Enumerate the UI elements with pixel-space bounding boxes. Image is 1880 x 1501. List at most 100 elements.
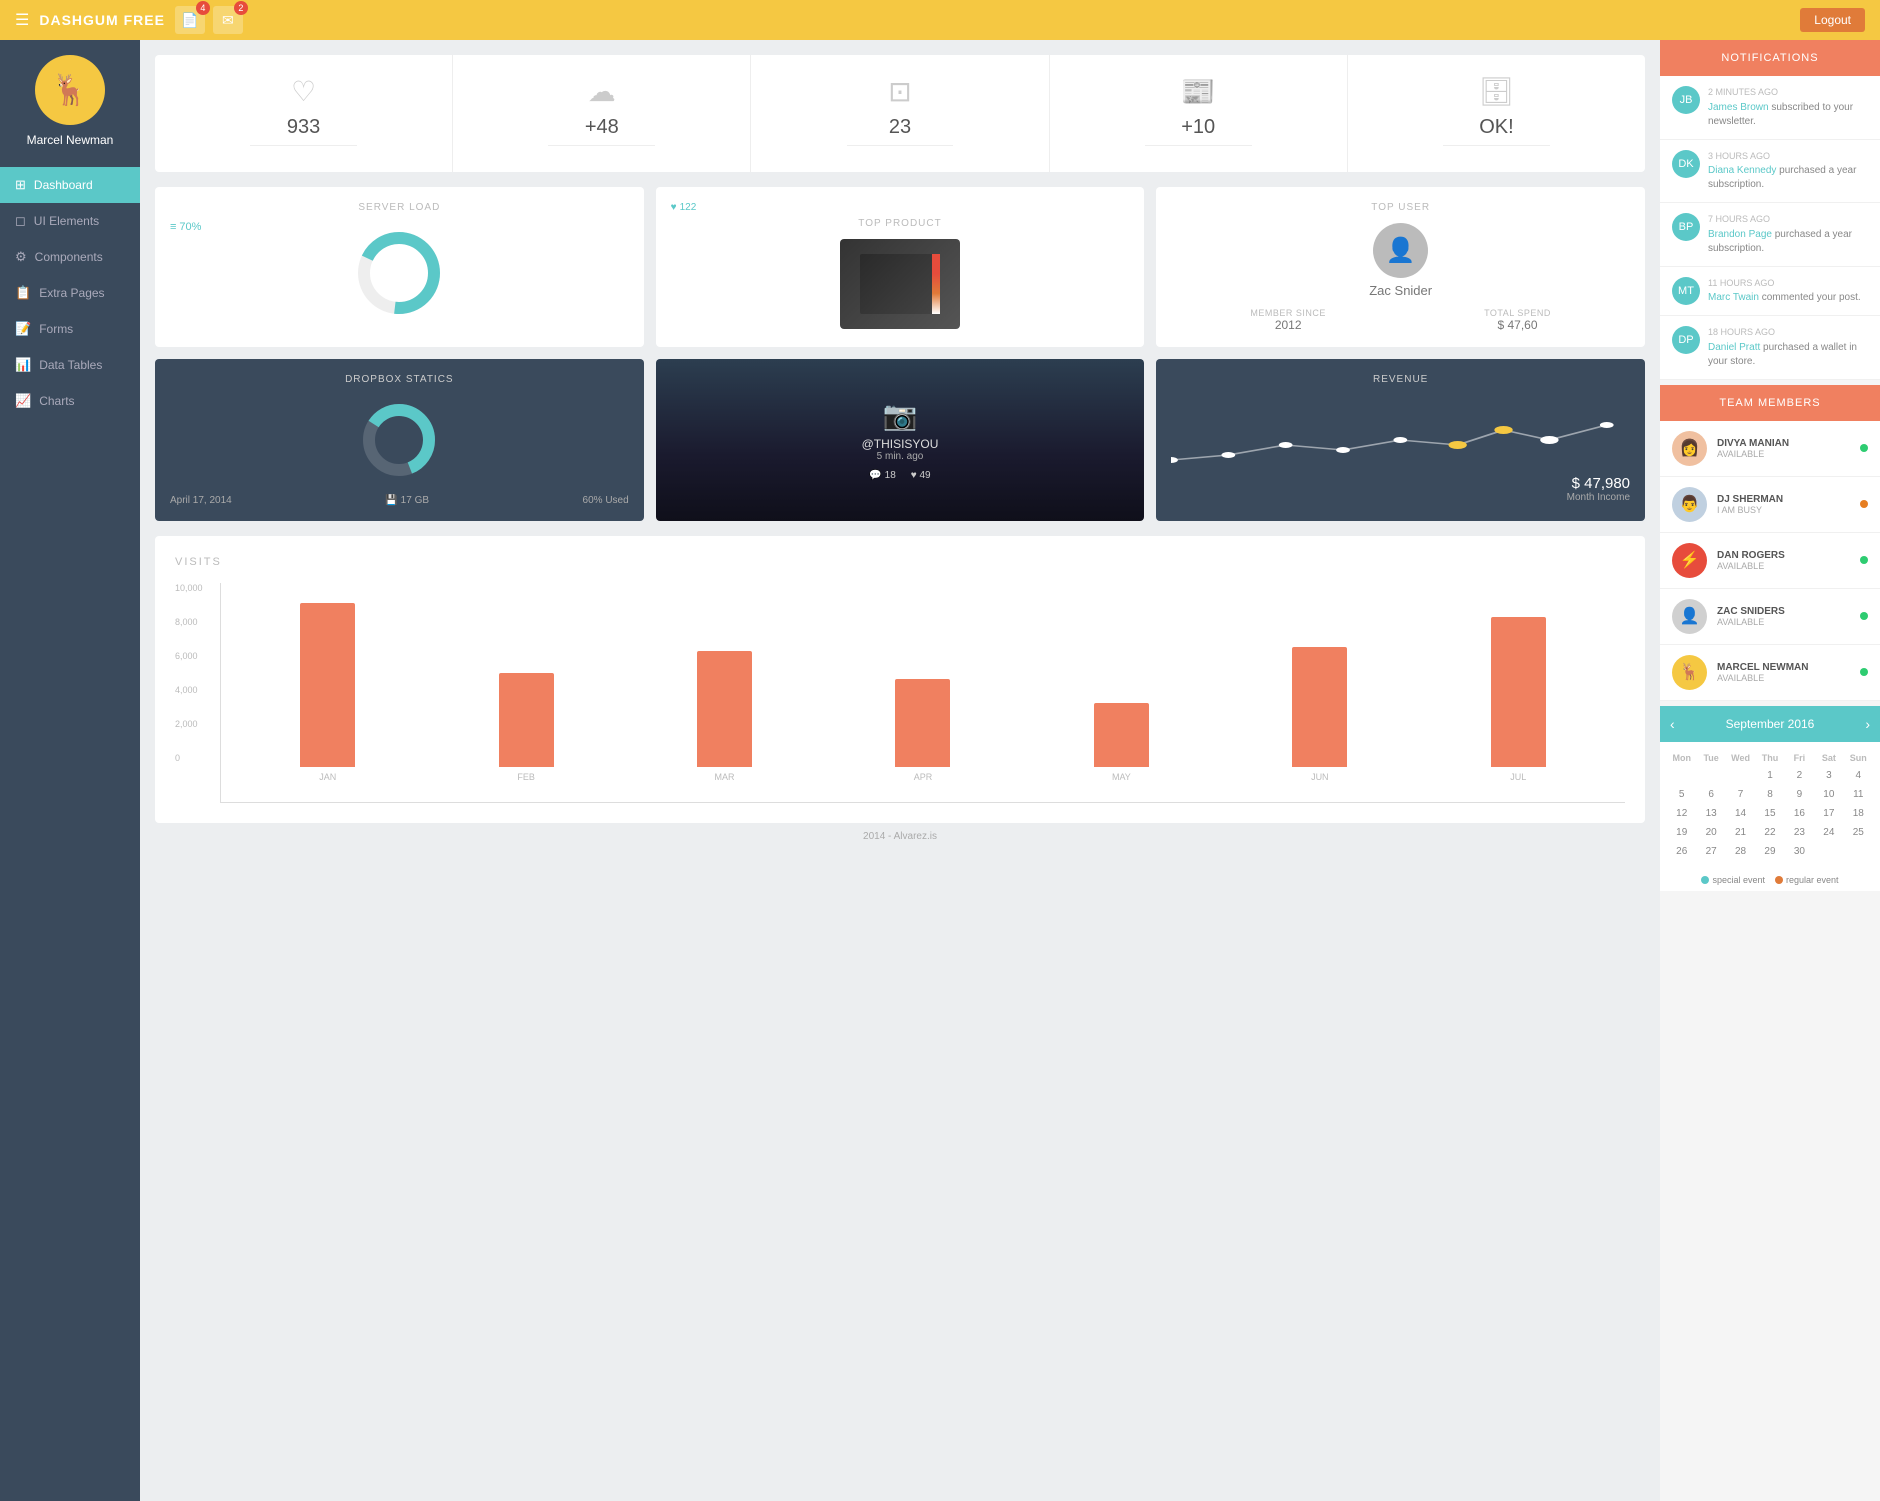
team-avatar-1: 👨 bbox=[1672, 487, 1707, 522]
team-members-header: TEAM MEMBERS bbox=[1660, 385, 1880, 421]
revenue-chart bbox=[1171, 395, 1630, 475]
stat-divider-4 bbox=[1443, 145, 1550, 146]
bar-apr-fill bbox=[895, 679, 950, 767]
document-icon: 📄 bbox=[181, 12, 198, 29]
bar-mar-fill bbox=[697, 651, 752, 767]
right-panel: NOTIFICATIONS JB 2 MINUTES AGO James Bro… bbox=[1660, 40, 1880, 1501]
revenue-amount: $ 47,980 bbox=[1171, 475, 1630, 492]
notification-0: JB 2 MINUTES AGO James Brown subscribed … bbox=[1660, 76, 1880, 140]
sidebar-label-ui-elements: UI Elements bbox=[34, 214, 99, 228]
user-meta: MEMBER SINCE 2012 TOTAL SPEND $ 47,60 bbox=[1171, 308, 1630, 332]
sidebar-item-ui-elements[interactable]: ◻ UI Elements bbox=[0, 203, 140, 239]
team-members-list: 👩 DIVYA MANIAN AVAILABLE 👨 DJ SHERMAN I … bbox=[1660, 421, 1880, 701]
stat-card-2: ⊡ 23 bbox=[751, 55, 1049, 172]
stats-row: ♡ 933 ☁ +48 ⊡ 23 📰 +10 🗄 OK! bbox=[155, 55, 1645, 172]
notif-avatar-4: DP bbox=[1672, 326, 1700, 354]
sidebar-label-data-tables: Data Tables bbox=[39, 358, 102, 372]
sidebar-item-dashboard[interactable]: ⊞ Dashboard bbox=[0, 167, 140, 203]
bar-jan-fill bbox=[300, 603, 355, 767]
stat-value-0: 933 bbox=[170, 116, 437, 139]
legend-regular: regular event bbox=[1775, 875, 1839, 885]
sidebar-item-forms[interactable]: 📝 Forms bbox=[0, 311, 140, 347]
calendar-prev[interactable]: ‹ bbox=[1670, 716, 1675, 732]
team-avatar-0: 👩 bbox=[1672, 431, 1707, 466]
dropbox-panel: DROPBOX STATICS April 17, 2014 💾 17 GB 6… bbox=[155, 359, 644, 521]
calendar-next[interactable]: › bbox=[1865, 716, 1870, 732]
instagram-time: 5 min. ago bbox=[877, 451, 924, 462]
calendar-week-1: 5 6 7 8 9 10 11 bbox=[1668, 785, 1872, 804]
notif-text-0: 2 MINUTES AGO James Brown subscribed to … bbox=[1708, 86, 1868, 129]
notif-avatar-0: JB bbox=[1672, 86, 1700, 114]
topbar-icons: 📄 4 ✉ 2 bbox=[175, 6, 243, 34]
revenue-footer: $ 47,980 Month Income bbox=[1171, 475, 1630, 503]
server-load-percent: ≡ 70% bbox=[170, 221, 201, 233]
storage-icon: 💾 bbox=[385, 495, 397, 506]
heart-filled-icon: ♥ bbox=[671, 202, 677, 213]
notification-4: DP 18 HOURS AGO Daniel Pratt purchased a… bbox=[1660, 316, 1880, 380]
team-member-3: 👤 ZAC SNIDERS AVAILABLE bbox=[1660, 589, 1880, 645]
sidebar-item-data-tables[interactable]: 📊 Data Tables bbox=[0, 347, 140, 383]
team-member-4: 🦌 Marcel Newman AVAILABLE bbox=[1660, 645, 1880, 701]
calendar-week-3: 19 20 21 22 23 24 25 bbox=[1668, 823, 1872, 842]
team-member-1: 👨 DJ SHERMAN I AM BUSY bbox=[1660, 477, 1880, 533]
bar-chart: JAN FEB MAR APR bbox=[220, 583, 1625, 803]
sidebar-label-components: Components bbox=[35, 250, 103, 264]
stat-value-3: +10 bbox=[1065, 116, 1332, 139]
bar-jan: JAN bbox=[231, 603, 424, 782]
bar-feb-fill bbox=[499, 673, 554, 767]
panels-row-1: SERVER LOAD ≡ 70% bbox=[155, 187, 1645, 347]
inbox-icon: ⊡ bbox=[766, 75, 1033, 108]
calendar-title: September 2016 bbox=[1726, 717, 1815, 731]
donut-chart bbox=[354, 228, 444, 318]
dropbox-title: DROPBOX STATICS bbox=[170, 374, 629, 385]
instagram-likes: ♥ 49 bbox=[911, 470, 931, 481]
notif-text-4: 18 HOURS AGO Daniel Pratt purchased a wa… bbox=[1708, 326, 1868, 369]
logout-button[interactable]: Logout bbox=[1800, 8, 1865, 32]
notif-text-1: 3 HOURS AGO Diana Kennedy purchased a ye… bbox=[1708, 150, 1868, 193]
footer: 2014 - Alvarez.is bbox=[155, 823, 1645, 850]
user-avatar: 🦌 bbox=[35, 55, 105, 125]
regular-dot bbox=[1775, 876, 1783, 884]
instagram-handle: @THISISYOU bbox=[862, 437, 939, 451]
document-badge: 4 bbox=[196, 1, 210, 15]
top-user-avatar: 👤 bbox=[1373, 223, 1428, 278]
calendar-week-4: 26 27 28 29 30 bbox=[1668, 842, 1872, 861]
list-icon: ≡ bbox=[170, 221, 176, 233]
stat-divider-1 bbox=[548, 145, 655, 146]
document-icon-button[interactable]: 📄 4 bbox=[175, 6, 205, 34]
instagram-panel: 📷 @THISISYOU 5 min. ago 💬 18 ♥ 49 bbox=[656, 359, 1145, 521]
notif-avatar-1: DK bbox=[1672, 150, 1700, 178]
mail-icon-button[interactable]: ✉ 2 bbox=[213, 6, 243, 34]
avatar-icon: 🦌 bbox=[51, 73, 88, 108]
instagram-stats: 💬 18 ♥ 49 bbox=[869, 470, 930, 481]
heart-icon: ♡ bbox=[170, 75, 437, 108]
calendar-week-2: 12 13 14 15 16 17 18 bbox=[1668, 804, 1872, 823]
dashboard-icon: ⊞ bbox=[15, 177, 26, 193]
bar-apr: APR bbox=[826, 679, 1019, 782]
topbar-left: ☰ DASHGUM FREE 📄 4 ✉ 2 bbox=[15, 6, 243, 34]
sidebar: 🦌 Marcel Newman ⊞ Dashboard ◻ UI Element… bbox=[0, 40, 140, 1501]
sidebar-item-components[interactable]: ⚙ Components bbox=[0, 239, 140, 275]
team-avatar-2: ⚡ bbox=[1672, 543, 1707, 578]
hamburger-icon[interactable]: ☰ bbox=[15, 10, 29, 30]
bar-jun: JUN bbox=[1223, 647, 1416, 782]
main-layout: 🦌 Marcel Newman ⊞ Dashboard ◻ UI Element… bbox=[0, 40, 1880, 1501]
calendar-legend: special event regular event bbox=[1660, 869, 1880, 891]
notif-avatar-3: MT bbox=[1672, 277, 1700, 305]
stat-divider-2 bbox=[847, 145, 954, 146]
sidebar-item-charts[interactable]: 📈 Charts bbox=[0, 383, 140, 419]
notification-1: DK 3 HOURS AGO Diana Kennedy purchased a… bbox=[1660, 140, 1880, 204]
notif-text-2: 7 HOURS AGO Brandon Page purchased a yea… bbox=[1708, 213, 1868, 256]
team-member-2: ⚡ DAN ROGERS AVAILABLE bbox=[1660, 533, 1880, 589]
stat-divider-3 bbox=[1145, 145, 1252, 146]
team-member-0: 👩 DIVYA MANIAN AVAILABLE bbox=[1660, 421, 1880, 477]
sidebar-item-extra-pages[interactable]: 📋 Extra Pages bbox=[0, 275, 140, 311]
cloud-icon: ☁ bbox=[468, 75, 735, 108]
team-info-4: Marcel Newman AVAILABLE bbox=[1717, 662, 1850, 683]
notification-2: BP 7 HOURS AGO Brandon Page purchased a … bbox=[1660, 203, 1880, 267]
sidebar-label-charts: Charts bbox=[39, 394, 74, 408]
dropbox-footer: April 17, 2014 💾 17 GB 60% Used bbox=[170, 495, 629, 506]
notif-text-3: 11 HOURS AGO Marc Twain commented your p… bbox=[1708, 277, 1861, 306]
calendar-week-0: 1 2 3 4 bbox=[1668, 766, 1872, 785]
ui-elements-icon: ◻ bbox=[15, 213, 26, 229]
